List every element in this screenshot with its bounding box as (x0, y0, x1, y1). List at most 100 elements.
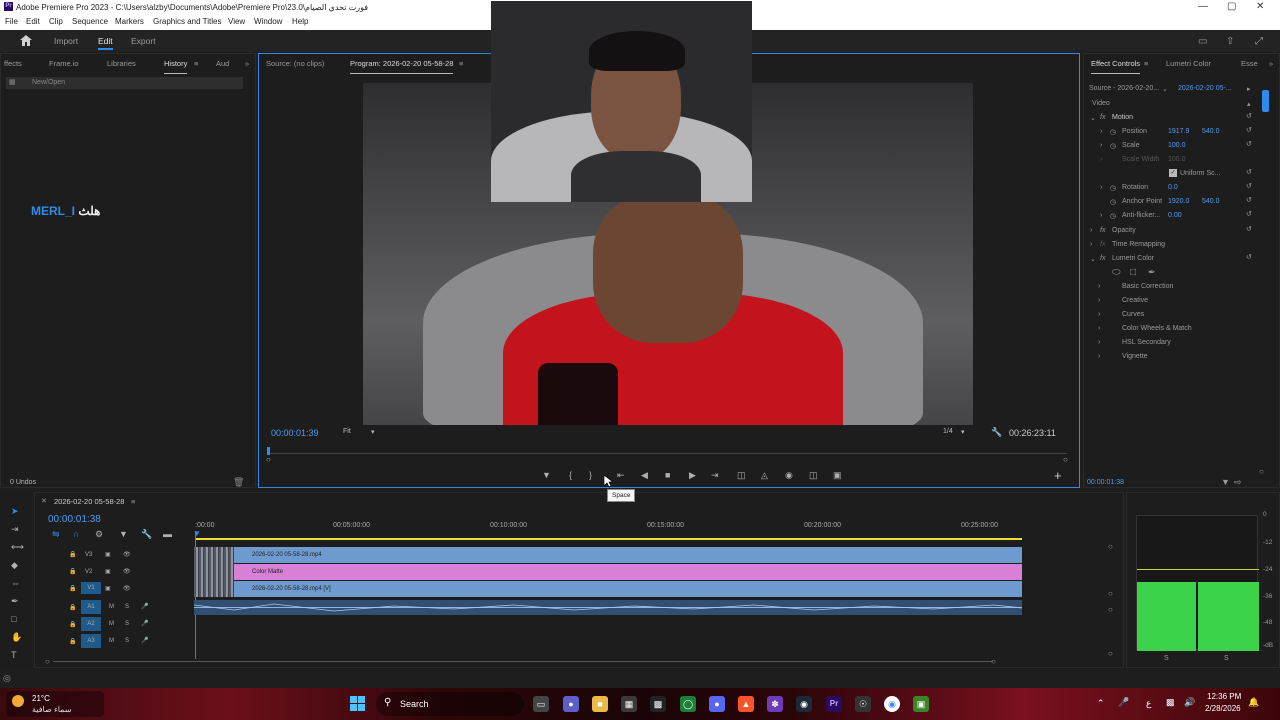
stopwatch-icon[interactable]: ◷ (1110, 128, 1116, 136)
stopwatch-icon[interactable]: ◷ (1110, 212, 1116, 220)
solo-button[interactable]: S (125, 621, 129, 627)
xbox-icon[interactable]: ◯ (680, 696, 696, 712)
sequence-tab[interactable]: 2026-02-20 05-58-28 (54, 497, 124, 506)
scrub-bar[interactable] (267, 446, 1067, 454)
expand-icon[interactable]: › (1100, 212, 1102, 219)
menu-help[interactable]: Help (292, 17, 308, 26)
motion-chevron-icon[interactable]: ⌄ (1090, 114, 1096, 122)
task-view-icon[interactable]: ▭ (533, 696, 549, 712)
menu-edit[interactable]: Edit (26, 17, 40, 26)
clock-date[interactable]: 2/28/2026 (1205, 704, 1241, 713)
menu-sequence[interactable]: Sequence (72, 17, 108, 26)
pen-icon[interactable]: ✒ (11, 596, 19, 606)
minecraft-icon[interactable]: ▣ (913, 696, 929, 712)
captions-icon[interactable]: ▬ (163, 529, 172, 539)
history-menu-icon[interactable]: ≡ (194, 59, 198, 68)
stopwatch-icon[interactable]: ◷ (1110, 142, 1116, 150)
lock-icon[interactable]: 🔒 (69, 551, 76, 558)
mute-button[interactable]: M (109, 638, 114, 644)
clock-time[interactable]: 12:36 PM (1207, 692, 1241, 701)
minimize-icon[interactable]: — (1198, 1, 1208, 12)
eye-icon[interactable]: 👁 (123, 551, 131, 558)
fullscreen-icon[interactable]: ⤢ (1255, 36, 1263, 47)
reset-icon[interactable]: ↺ (1246, 126, 1252, 134)
mark-out-icon[interactable]: } (589, 470, 592, 480)
panel-toggle-icon[interactable]: ▭ (1198, 36, 1207, 47)
tab-audio[interactable]: Aud (216, 59, 229, 68)
scroll-handle-right[interactable]: ○ (991, 657, 996, 666)
reset-icon[interactable]: ↺ (1246, 225, 1252, 233)
tab-export[interactable]: Export (131, 36, 156, 46)
anti-flicker-value[interactable]: 0.00 (1168, 212, 1182, 219)
current-time[interactable]: 00:00:01:39 (271, 428, 319, 438)
mute-button[interactable]: M (109, 604, 114, 610)
reset-icon[interactable]: ↺ (1246, 168, 1252, 176)
reset-icon[interactable]: ↺ (1246, 182, 1252, 190)
timeline-scrollbar[interactable] (53, 661, 993, 662)
teams-icon[interactable]: ● (563, 696, 579, 712)
lock-icon[interactable]: 🔒 (69, 621, 76, 628)
scroll-handle-left[interactable]: ○ (45, 657, 50, 666)
go-to-out-icon[interactable]: ⇥ (711, 470, 719, 480)
time-ruler[interactable]: :00:00 00:05:00:00 00:10:00:00 00:15:00:… (195, 522, 1025, 536)
expand-icon[interactable]: › (1100, 184, 1102, 191)
history-item[interactable]: ▦ New/Open (6, 77, 243, 89)
brave-icon[interactable]: ▲ (738, 696, 754, 712)
reset-icon[interactable]: ↺ (1246, 196, 1252, 204)
reset-icon[interactable]: ↺ (1246, 210, 1252, 218)
camera-icon[interactable]: ◉ (785, 470, 793, 480)
app-icon[interactable]: ▩ (650, 696, 666, 712)
ellipse-mask-icon[interactable]: ⬭ (1112, 267, 1121, 278)
hand-icon[interactable]: ✋ (11, 632, 22, 642)
lumetri-item-color-wheels[interactable]: Color Wheels & Match (1122, 325, 1192, 332)
track-v3[interactable]: V3 (85, 552, 92, 558)
menu-clip[interactable]: Clip (49, 17, 63, 26)
tab-source[interactable]: Source: (no clips) (266, 59, 324, 68)
menu-file[interactable]: File (5, 17, 18, 26)
stop-icon[interactable]: ■ (665, 470, 670, 480)
track-v1[interactable]: V1 (81, 582, 101, 594)
ec-timecode[interactable]: 00:00:01:38 (1087, 479, 1124, 486)
reset-icon[interactable]: ↺ (1246, 112, 1252, 120)
toggle-sync-icon[interactable]: ▣ (105, 568, 111, 575)
add-button-icon[interactable]: + (1054, 468, 1062, 483)
add-marker-icon[interactable]: ▼ (119, 529, 128, 539)
chrome-icon[interactable]: ◉ (884, 696, 900, 712)
playhead-marker-icon[interactable]: ▼ (193, 529, 201, 538)
menu-window[interactable]: Window (254, 17, 282, 26)
weather-widget[interactable]: 21°C سماء صافية (6, 691, 104, 717)
program-menu-icon[interactable]: ≡ (459, 59, 463, 68)
microphone-icon[interactable]: 🎤 (141, 620, 148, 627)
microphone-icon[interactable]: 🎤 (141, 637, 148, 644)
position-y-value[interactable]: 540.0 (1202, 128, 1220, 135)
trash-icon[interactable]: 🗑 (233, 477, 244, 488)
tab-import[interactable]: Import (54, 36, 78, 46)
tab-frameio[interactable]: Frame.io (49, 59, 79, 68)
playhead[interactable] (267, 447, 270, 455)
marker-icon[interactable]: ▼ (542, 470, 551, 480)
eye-icon[interactable]: 👁 (123, 568, 131, 575)
lumetri-item-basic[interactable]: Basic Correction (1122, 283, 1173, 290)
taskbar-search[interactable]: ⚲ Search (376, 692, 524, 716)
lift-icon[interactable]: ◫ (737, 470, 746, 480)
expand-icon[interactable]: › (1090, 227, 1092, 234)
vscroll-mid2[interactable]: ○ (1108, 605, 1113, 614)
step-forward-icon[interactable]: ▶ (689, 470, 696, 480)
anchor-x-value[interactable]: 1920.0 (1168, 198, 1189, 205)
lumetri-item-hsl[interactable]: HSL Secondary (1122, 339, 1171, 346)
track-select-icon[interactable]: ⇥ (11, 524, 19, 534)
menu-graphics[interactable]: Graphics and Titles (153, 17, 221, 26)
volume-icon[interactable]: 🔊 (1184, 697, 1195, 708)
lumetri-item-curves[interactable]: Curves (1122, 311, 1144, 318)
clip-a1[interactable] (193, 600, 1023, 615)
mute-button[interactable]: M (109, 621, 114, 627)
lock-icon[interactable]: 🔒 (69, 585, 76, 592)
stopwatch-icon[interactable]: ◷ (1110, 184, 1116, 192)
solo-left-button[interactable]: S (1164, 655, 1169, 662)
vscroll-mid[interactable]: ○ (1108, 589, 1113, 598)
ripple-edit-icon[interactable]: ⟷ (11, 542, 24, 552)
clip-v1[interactable]: 2026-02-20 05-58-28.mp4 [V] (194, 581, 1022, 597)
work-area-bar[interactable] (195, 538, 1022, 540)
lumetri-item-vignette[interactable]: Vignette (1122, 353, 1148, 360)
expand-icon[interactable]: › (1090, 241, 1092, 248)
